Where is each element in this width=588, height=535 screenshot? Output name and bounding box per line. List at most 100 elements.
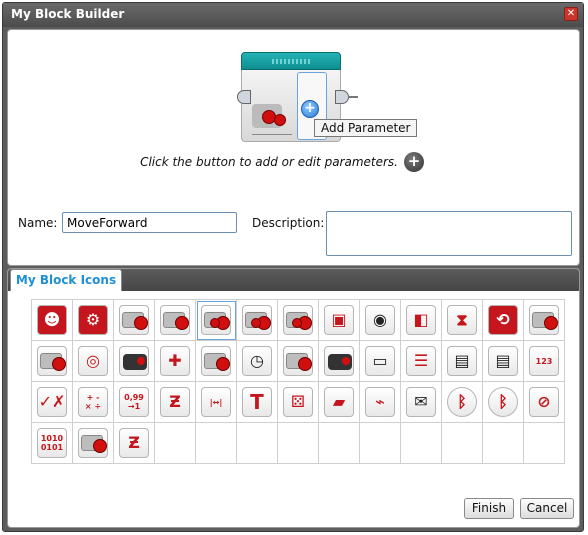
icon-cell-briefcase[interactable]: ▤ [442, 341, 483, 382]
description-input[interactable] [326, 211, 572, 256]
icon-cell-battery[interactable]: ▭ [360, 341, 401, 382]
infrared-sensor-icon [119, 346, 149, 376]
icon-cell-sound[interactable]: ◉ [360, 300, 401, 341]
icon-cell-infrared-sensor[interactable] [114, 341, 155, 382]
icon-cell-brain[interactable]: ☻ [32, 300, 73, 341]
icon-cell-bluetooth[interactable]: ᛒ [442, 382, 483, 423]
locked-briefcase-icon: ▤ [488, 346, 518, 376]
close-icon[interactable]: ✕ [564, 7, 578, 21]
text-T-icon: T [242, 387, 272, 417]
brick-buttons-icon: ▣ [324, 305, 354, 335]
random-zigzag-icon: Ƶ [160, 387, 190, 417]
icon-cell-motor-pair[interactable] [278, 300, 319, 341]
icon-cell-move-steering[interactable] [237, 300, 278, 341]
icon-cell-envelope[interactable]: ✉ [401, 382, 442, 423]
plus-icon[interactable]: + [404, 152, 424, 172]
icon-cell-color-sensor[interactable]: ◧ [401, 300, 442, 341]
round-number-icon: 0,99 →1 [119, 387, 149, 417]
title-bar: My Block Builder ✕ [3, 3, 583, 27]
empty-icon-cell [483, 423, 524, 464]
cancel-button[interactable]: Cancel [520, 498, 574, 519]
icon-cell-directional-pad[interactable]: ✚ [155, 341, 196, 382]
block-preview-panel: + Add Parameter Click the button to add … [7, 29, 580, 266]
description-label: Description: [252, 216, 325, 230]
envelope-icon: ✉ [406, 387, 436, 417]
math-operators-icon: + - × ÷ [78, 387, 108, 417]
motor-rotation-icon [78, 428, 108, 458]
window-title: My Block Builder [11, 7, 125, 21]
hint-text: Click the button to add or edit paramete… [140, 155, 398, 169]
icon-cell-binary[interactable]: 1010 0101 [32, 423, 73, 464]
icon-cell-medium-motor-gray[interactable] [278, 341, 319, 382]
icon-cell-text-T[interactable]: T [237, 382, 278, 423]
briefcase-icon: ▤ [447, 346, 477, 376]
range-arrows-icon: |↔| [201, 387, 231, 417]
icon-cell-range-arrows[interactable]: |↔| [196, 382, 237, 423]
icon-cell-folder[interactable]: ▰ [319, 382, 360, 423]
gyro-sensor-icon [201, 346, 231, 376]
icon-cell-gyro-sensor[interactable] [196, 341, 237, 382]
icon-cell-brain-gears[interactable]: ⚙ [73, 300, 114, 341]
name-input[interactable] [62, 212, 237, 233]
icon-cell-red-random[interactable]: Ƶ [114, 423, 155, 464]
bluetooth-wrench-icon: ᛒ [488, 387, 518, 417]
icon-cell-loop-interrupt[interactable]: ⟲ [483, 300, 524, 341]
icon-cell-brick-buttons[interactable]: ▣ [319, 300, 360, 341]
empty-icon-cell [524, 423, 565, 464]
touch-sensor-icon [37, 346, 67, 376]
icon-grid: ☻ ⚙ ▣ ◉ ◧ ⧗ ⟲ ◎ ✚ ◷ ▭ ☰ ▤ ▤ 123 ✓✗ + - × ÷ 0,99 →1 Ƶ |↔| T ⚄ ▰… [31, 299, 565, 464]
number-array-icon: 123 [529, 346, 559, 376]
icon-cell-file-stack[interactable]: ☰ [401, 341, 442, 382]
empty-icon-cell [196, 423, 237, 464]
large-motor-icon [160, 305, 190, 335]
timer-clock-icon: ◷ [242, 346, 272, 376]
empty-icon-cell [360, 423, 401, 464]
sequence-in-port [237, 90, 251, 104]
icon-cell-timer-hourglass[interactable]: ⧗ [442, 300, 483, 341]
empty-icon-cell [155, 423, 196, 464]
file-stack-icon: ☰ [406, 346, 436, 376]
icon-cell-math-operators[interactable]: + - × ÷ [73, 382, 114, 423]
icon-cell-bluetooth-wrench[interactable]: ᛒ [483, 382, 524, 423]
icon-cell-math-check-cross[interactable]: ✓✗ [32, 382, 73, 423]
icon-cell-medium-motor[interactable] [114, 300, 155, 341]
finish-button[interactable]: Finish [464, 498, 514, 519]
empty-icon-cell [237, 423, 278, 464]
loop-interrupt-icon: ⟲ [488, 305, 518, 335]
icon-cell-sensor-cable[interactable] [524, 300, 565, 341]
icon-cell-locked-briefcase[interactable]: ▤ [483, 341, 524, 382]
icon-cell-random-zigzag[interactable]: Ƶ [155, 382, 196, 423]
empty-icon-cell [319, 423, 360, 464]
icon-cell-round-number[interactable]: 0,99 →1 [114, 382, 155, 423]
data-logging-icon: ⌁ [365, 387, 395, 417]
motor-icon [250, 100, 290, 134]
no-connection-icon: ⊘ [529, 387, 559, 417]
battery-icon: ▭ [365, 346, 395, 376]
empty-icon-cell [442, 423, 483, 464]
icon-cell-ultrasonic-box[interactable]: ◎ [73, 341, 114, 382]
icon-cell-touch-sensor[interactable] [32, 341, 73, 382]
tab-my-block-icons[interactable]: My Block Icons [10, 269, 122, 291]
math-check-cross-icon: ✓✗ [37, 387, 67, 417]
directional-pad-icon: ✚ [160, 346, 190, 376]
icon-cell-large-motor[interactable] [155, 300, 196, 341]
icon-cell-timer-clock[interactable]: ◷ [237, 341, 278, 382]
binary-icon: 1010 0101 [37, 428, 67, 458]
icon-cell-brick-status[interactable] [319, 341, 360, 382]
my-block-builder-window: My Block Builder ✕ + Add Parameter Click… [2, 2, 584, 532]
folder-icon: ▰ [324, 387, 354, 417]
red-random-icon: Ƶ [119, 428, 149, 458]
icon-cell-number-array[interactable]: 123 [524, 341, 565, 382]
icon-cell-no-connection[interactable]: ⊘ [524, 382, 565, 423]
color-sensor-icon: ◧ [406, 305, 436, 335]
icon-cell-dice[interactable]: ⚄ [278, 382, 319, 423]
add-parameter-button[interactable]: + [301, 100, 319, 118]
move-steering-icon [242, 305, 272, 335]
sound-icon: ◉ [365, 305, 395, 335]
icon-cell-motor-rotation[interactable] [73, 423, 114, 464]
icon-cell-move-tank[interactable] [196, 300, 237, 341]
icon-cell-data-logging[interactable]: ⌁ [360, 382, 401, 423]
medium-motor-gray-icon [283, 346, 313, 376]
add-parameter-tooltip: Add Parameter [314, 119, 418, 137]
icons-panel: My Block Icons ☻ ⚙ ▣ ◉ ◧ ⧗ ⟲ ◎ ✚ ◷ ▭ ☰ ▤ ▤ 123 ✓✗ + - × … [7, 268, 580, 528]
